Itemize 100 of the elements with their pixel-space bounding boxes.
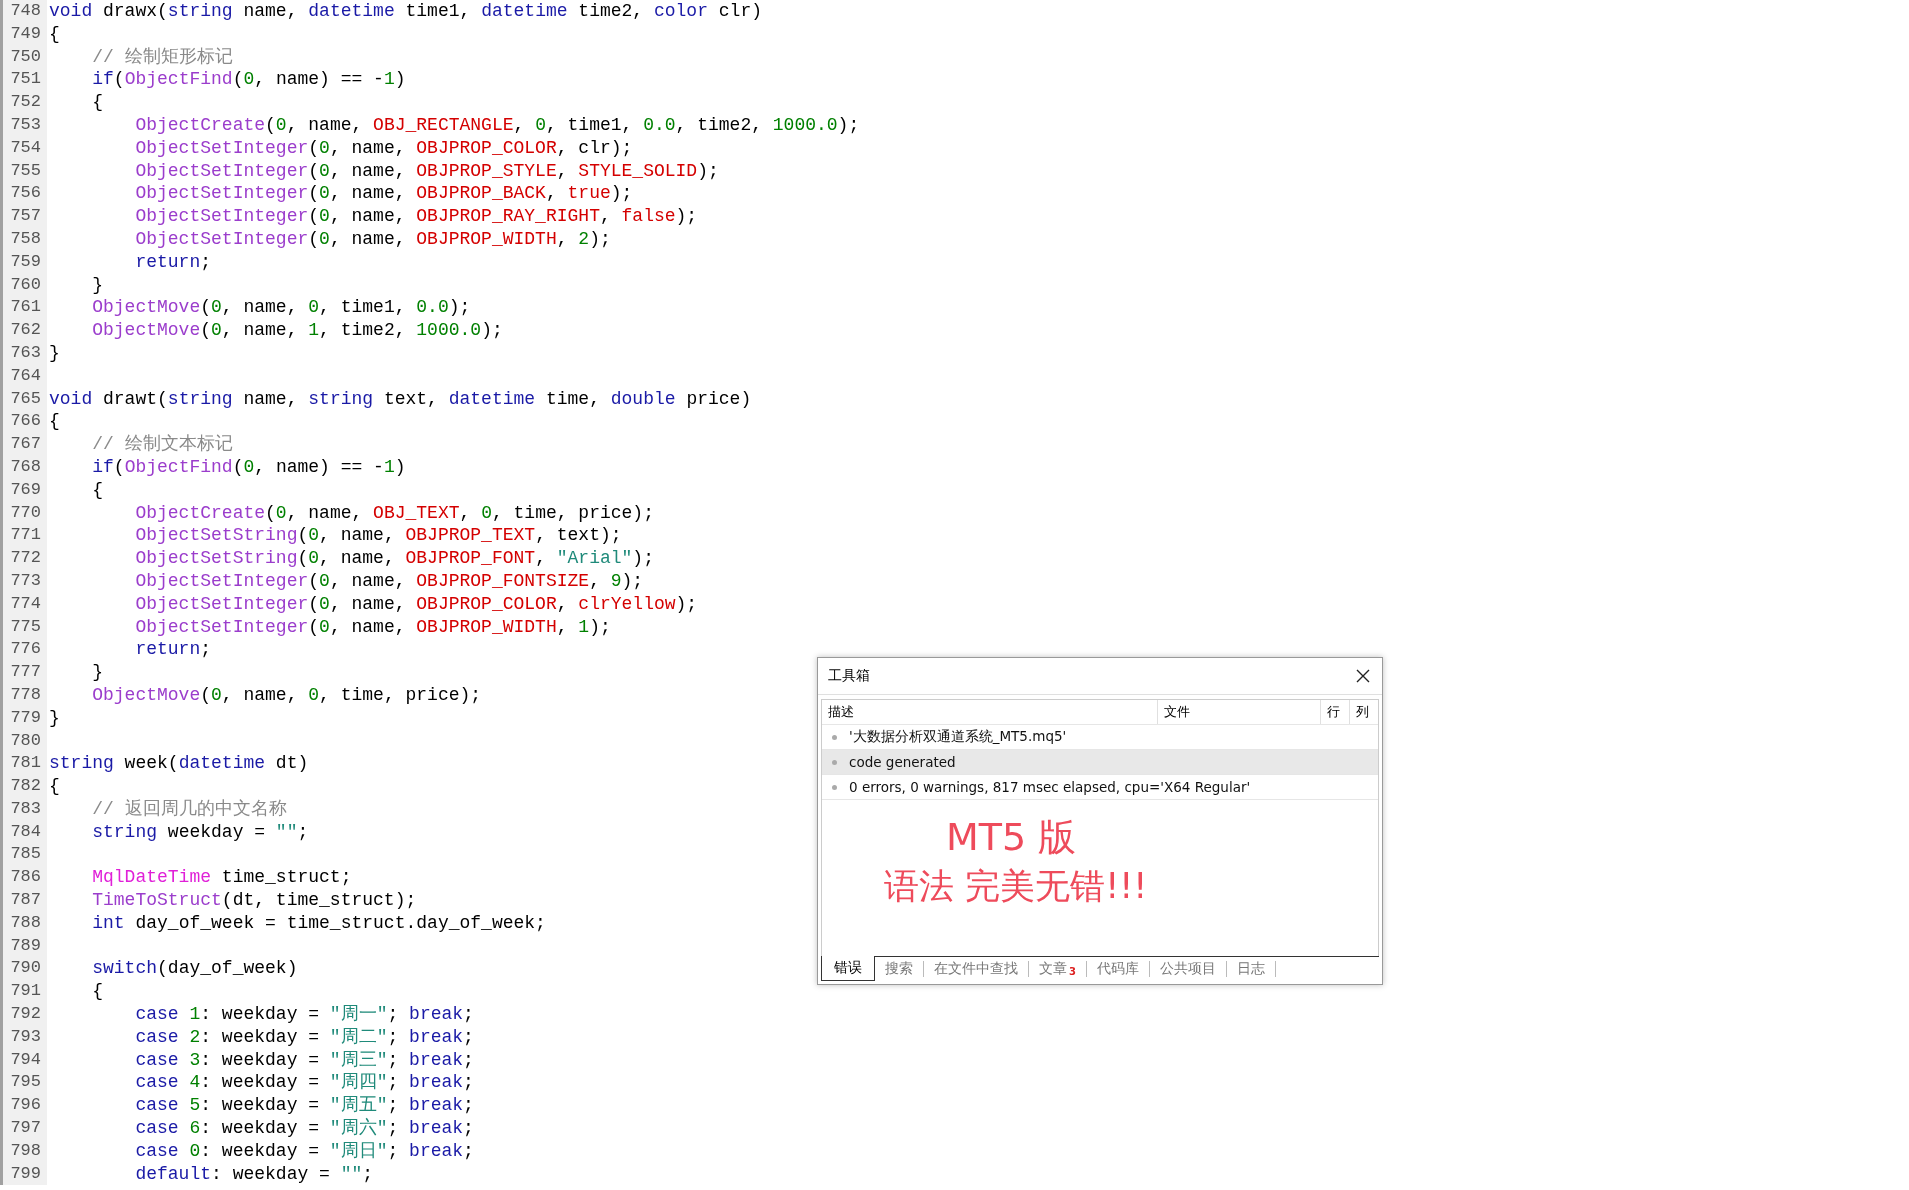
- line-number: 778: [0, 683, 47, 707]
- message-row[interactable]: 0 errors, 0 warnings, 817 msec elapsed, cpu='X64 Regular': [822, 775, 1378, 800]
- code-line: ObjectCreate(0, name, OBJ_TEXT, 0, time, price);: [134, 501, 654, 525]
- line-number: 748: [0, 0, 47, 23]
- tab[interactable]: 文章$_{3}$: [1029, 961, 1087, 977]
- code-line: MqlDateTime time_struct;: [91, 866, 352, 890]
- line-number: 795: [0, 1071, 47, 1095]
- line-number: 783: [0, 797, 47, 821]
- line-number: 764: [0, 364, 47, 388]
- code-line: ObjectSetInteger(0, name, OBJPROP_COLOR, clrYellow);: [134, 592, 698, 616]
- line-number: 753: [0, 114, 47, 137]
- line-number: 798: [0, 1139, 47, 1163]
- code-line: ObjectSetInteger(0, name, OBJPROP_RAY_RIGHT, false);: [134, 205, 698, 228]
- code-line: return;: [134, 638, 212, 662]
- code-line: ObjectSetInteger(0, name, OBJPROP_BACK, true);: [134, 182, 633, 206]
- code-line: string weekday = "";: [91, 820, 309, 844]
- line-number: 774: [0, 592, 47, 616]
- line-number: 782: [0, 775, 47, 798]
- message-row[interactable]: code generated: [822, 750, 1378, 775]
- line-number: 752: [0, 91, 47, 114]
- code-line: ObjectSetInteger(0, name, OBJPROP_WIDTH, 2);: [134, 227, 611, 251]
- line-number: 757: [0, 205, 47, 228]
- line-number: 760: [0, 273, 47, 297]
- code-line: void drawt(string name, string text, datetime time, double price): [48, 387, 752, 411]
- code-line: // 绘制矩形标记: [91, 45, 233, 69]
- tab[interactable]: 搜索: [875, 961, 924, 977]
- window-title: 工具箱: [828, 667, 870, 685]
- code-line: }: [48, 706, 60, 730]
- code-line: }: [48, 341, 60, 365]
- column-header[interactable]: 文件: [1158, 700, 1321, 724]
- code-line: case 6: weekday = "周六"; break;: [134, 1117, 474, 1140]
- annotation-text: MT5 版: [945, 814, 1078, 861]
- line-number: 779: [0, 706, 47, 730]
- bullet-icon: [832, 784, 837, 790]
- code-line: {: [48, 775, 60, 798]
- tab[interactable]: 公共项目: [1149, 961, 1227, 977]
- line-number: 781: [0, 752, 47, 776]
- code-line: {: [91, 478, 103, 502]
- line-number: 780: [0, 729, 47, 753]
- line-number: 758: [0, 227, 47, 251]
- line-number: 759: [0, 250, 47, 274]
- line-number: 775: [0, 615, 47, 639]
- code-line: case 3: weekday = "周三"; break;: [134, 1048, 474, 1072]
- code-line: {: [91, 980, 103, 1004]
- code-line: TimeToStruct(dt, time_struct);: [91, 889, 417, 912]
- code-line: if(ObjectFind(0, name) == -1): [91, 68, 406, 92]
- code-line: return;: [134, 250, 212, 274]
- line-number: 755: [0, 159, 47, 183]
- line-number: 773: [0, 569, 47, 593]
- code-line: {: [48, 22, 60, 46]
- code-line: ObjectSetInteger(0, name, OBJPROP_COLOR, clr);: [134, 136, 633, 160]
- line-number: 749: [0, 22, 47, 46]
- tab[interactable]: 日志: [1226, 961, 1276, 977]
- code-line: ObjectSetInteger(0, name, OBJPROP_STYLE, STYLE_SOLID);: [134, 159, 719, 183]
- line-number: 767: [0, 433, 47, 456]
- line-number: 765: [0, 387, 47, 411]
- code-line: }: [91, 273, 103, 297]
- column-header[interactable]: 行: [1321, 700, 1350, 724]
- line-number: 799: [0, 1162, 47, 1186]
- line-number: 754: [0, 136, 47, 160]
- code-line: ObjectMove(0, name, 1, time2, 1000.0);: [91, 319, 503, 342]
- line-number: 772: [0, 547, 47, 570]
- code-line: case 0: weekday = "周日"; break;: [134, 1139, 474, 1163]
- code-line: if(ObjectFind(0, name) == -1): [91, 455, 406, 479]
- code-line: ObjectSetInteger(0, name, OBJPROP_WIDTH, 1);: [134, 615, 611, 639]
- line-number: 776: [0, 638, 47, 662]
- line-number: 756: [0, 182, 47, 206]
- line-number: 792: [0, 1003, 47, 1026]
- tab[interactable]: 代码库: [1086, 961, 1150, 977]
- code-line: {: [91, 91, 103, 114]
- code-line: ObjectMove(0, name, 0, time1, 0.0);: [91, 296, 471, 320]
- column-header[interactable]: 描述: [822, 700, 1158, 724]
- tab[interactable]: 错误: [821, 956, 875, 981]
- tab[interactable]: 在文件中查找: [924, 961, 1029, 977]
- line-number: 786: [0, 866, 47, 890]
- line-number: 790: [0, 957, 47, 981]
- code-line: case 4: weekday = "周四"; break;: [134, 1071, 474, 1095]
- close-icon: [1356, 669, 1370, 683]
- line-number: 797: [0, 1117, 47, 1140]
- annotation-text: 语法 完美无错!!!: [884, 865, 1149, 909]
- code-line: switch(day_of_week): [91, 957, 298, 981]
- code-line: ObjectSetString(0, name, OBJPROP_FONT, "Arial");: [134, 547, 654, 570]
- code-line: case 5: weekday = "周五"; break;: [134, 1094, 474, 1118]
- code-line: default: weekday = "";: [134, 1162, 374, 1186]
- code-line: string week(datetime dt): [48, 752, 309, 776]
- count-label: 3: [1069, 966, 1076, 977]
- line-number: 777: [0, 661, 47, 684]
- line-number: 791: [0, 980, 47, 1004]
- code-line: ObjectCreate(0, name, OBJ_RECTANGLE, 0, time1, 0.0, time2, 1000.0);: [134, 114, 860, 137]
- code-line: void drawx(string name, datetime time1, datetime time2, color clr): [48, 0, 762, 23]
- code-line: // 返回周几的中文名称: [91, 797, 287, 821]
- code-line: // 绘制文本标记: [91, 433, 233, 456]
- line-number: 768: [0, 455, 47, 479]
- line-number: 793: [0, 1025, 47, 1049]
- line-number: 784: [0, 820, 47, 844]
- code-line: ObjectSetString(0, name, OBJPROP_TEXT, text);: [134, 524, 622, 548]
- line-number: 796: [0, 1094, 47, 1118]
- line-number: 751: [0, 68, 47, 92]
- line-number: 766: [0, 410, 47, 434]
- column-header[interactable]: 列: [1350, 700, 1378, 724]
